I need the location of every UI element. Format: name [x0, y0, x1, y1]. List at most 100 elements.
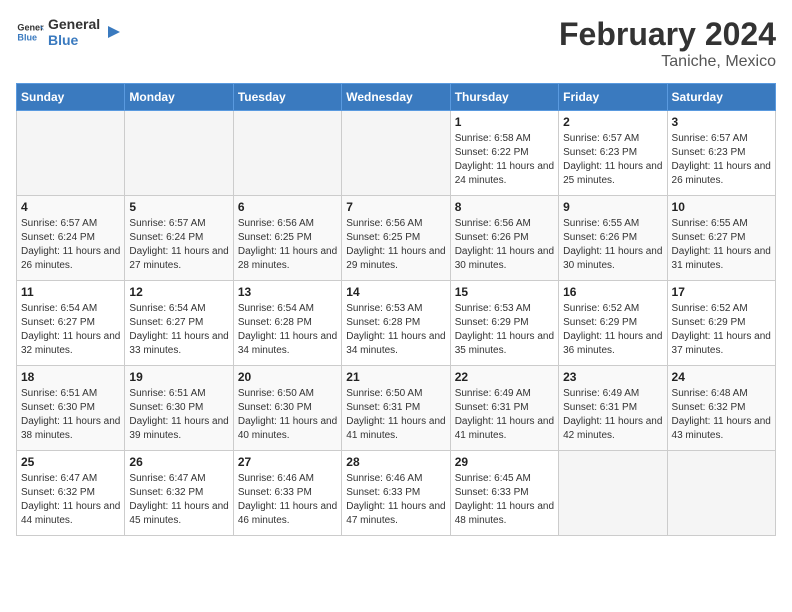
- day-number: 9: [563, 200, 662, 214]
- day-info: Sunrise: 6:53 AM Sunset: 6:28 PM Dayligh…: [346, 302, 445, 358]
- calendar-cell: 8 Sunrise: 6:56 AM Sunset: 6:26 PM Daylig…: [450, 196, 558, 281]
- calendar-cell: 13 Sunrise: 6:54 AM Sunset: 6:28 PM Dayli…: [233, 281, 341, 366]
- day-number: 1: [455, 115, 554, 129]
- calendar-cell: 10 Sunrise: 6:55 AM Sunset: 6:27 PM Dayli…: [667, 196, 775, 281]
- logo: General Blue General Blue: [16, 16, 124, 48]
- logo-arrow-icon: [104, 22, 124, 42]
- calendar-cell: [559, 451, 667, 536]
- day-number: 11: [21, 285, 120, 299]
- day-number: 28: [346, 455, 445, 469]
- calendar-cell: 27Sunrise: 6:46 AM Sunset: 6:33 PM Dayli…: [233, 451, 341, 536]
- day-info: Sunrise: 6:56 AM Sunset: 6:25 PM Dayligh…: [238, 217, 337, 273]
- day-number: 29: [455, 455, 554, 469]
- calendar-cell: 21 Sunrise: 6:50 AM Sunset: 6:31 PM Dayli…: [342, 366, 450, 451]
- day-info: Sunrise: 6:54 AM Sunset: 6:27 PM Dayligh…: [129, 302, 228, 358]
- logo-icon: General Blue: [16, 18, 44, 46]
- calendar-cell: 24 Sunrise: 6:48 AM Sunset: 6:32 PM Dayli…: [667, 366, 775, 451]
- day-info: Sunrise: 6:52 AM Sunset: 6:29 PM Dayligh…: [672, 302, 771, 358]
- week-row-5: 25 Sunrise: 6:47 AM Sunset: 6:32 PM Dayli…: [17, 451, 776, 536]
- calendar-cell: 6 Sunrise: 6:56 AM Sunset: 6:25 PM Daylig…: [233, 196, 341, 281]
- day-info: Sunrise: 6:54 AM Sunset: 6:27 PM Dayligh…: [21, 302, 120, 358]
- day-info: Sunrise: 6:48 AM Sunset: 6:32 PM Dayligh…: [672, 387, 771, 443]
- day-number: 4: [21, 200, 120, 214]
- calendar-cell: 1 Sunrise: 6:58 AM Sunset: 6:22 PM Daylig…: [450, 111, 558, 196]
- calendar-cell: 22 Sunrise: 6:49 AM Sunset: 6:31 PM Dayli…: [450, 366, 558, 451]
- day-number: 18: [21, 370, 120, 384]
- calendar-cell: 9 Sunrise: 6:55 AM Sunset: 6:26 PM Daylig…: [559, 196, 667, 281]
- calendar-cell: 19 Sunrise: 6:51 AM Sunset: 6:30 PM Dayli…: [125, 366, 233, 451]
- calendar-cell: [17, 111, 125, 196]
- day-info: Sunrise: 6:57 AM Sunset: 6:24 PM Dayligh…: [21, 217, 120, 273]
- calendar-cell: 5 Sunrise: 6:57 AM Sunset: 6:24 PM Daylig…: [125, 196, 233, 281]
- day-info: Sunrise: 6:52 AM Sunset: 6:29 PM Dayligh…: [563, 302, 662, 358]
- day-number: 24: [672, 370, 771, 384]
- day-number: 2: [563, 115, 662, 129]
- day-number: 8: [455, 200, 554, 214]
- calendar-cell: 4 Sunrise: 6:57 AM Sunset: 6:24 PM Daylig…: [17, 196, 125, 281]
- week-row-2: 4 Sunrise: 6:57 AM Sunset: 6:24 PM Daylig…: [17, 196, 776, 281]
- calendar-cell: 12 Sunrise: 6:54 AM Sunset: 6:27 PM Dayli…: [125, 281, 233, 366]
- day-info: Sunrise: 6:55 AM Sunset: 6:26 PM Dayligh…: [563, 217, 662, 273]
- day-info: Sunrise: 6:55 AM Sunset: 6:27 PM Dayligh…: [672, 217, 771, 273]
- day-info: Sunrise: 6:47 AM Sunset: 6:32 PM Dayligh…: [21, 472, 120, 528]
- day-number: 10: [672, 200, 771, 214]
- day-info: Sunrise: 6:49 AM Sunset: 6:31 PM Dayligh…: [455, 387, 554, 443]
- day-info: Sunrise: 6:51 AM Sunset: 6:30 PM Dayligh…: [21, 387, 120, 443]
- calendar-header-thursday: Thursday: [450, 84, 558, 111]
- calendar-cell: 14 Sunrise: 6:53 AM Sunset: 6:28 PM Dayli…: [342, 281, 450, 366]
- day-number: 3: [672, 115, 771, 129]
- calendar-cell: 20Sunrise: 6:50 AM Sunset: 6:30 PM Dayli…: [233, 366, 341, 451]
- calendar-header-saturday: Saturday: [667, 84, 775, 111]
- calendar-cell: 26 Sunrise: 6:47 AM Sunset: 6:32 PM Dayli…: [125, 451, 233, 536]
- calendar-title: February 2024: [559, 16, 776, 53]
- calendar-cell: [233, 111, 341, 196]
- page-header: General Blue General Blue February 2024 …: [16, 16, 776, 71]
- calendar-header-row: SundayMondayTuesdayWednesdayThursdayFrid…: [17, 84, 776, 111]
- day-info: Sunrise: 6:45 AM Sunset: 6:33 PM Dayligh…: [455, 472, 554, 528]
- calendar-header-friday: Friday: [559, 84, 667, 111]
- day-number: 17: [672, 285, 771, 299]
- calendar-cell: 23Sunrise: 6:49 AM Sunset: 6:31 PM Dayli…: [559, 366, 667, 451]
- svg-text:Blue: Blue: [17, 32, 37, 42]
- day-info: Sunrise: 6:54 AM Sunset: 6:28 PM Dayligh…: [238, 302, 337, 358]
- day-number: 19: [129, 370, 228, 384]
- day-info: Sunrise: 6:57 AM Sunset: 6:23 PM Dayligh…: [672, 132, 771, 188]
- calendar-subtitle: Taniche, Mexico: [559, 53, 776, 71]
- calendar-cell: 11 Sunrise: 6:54 AM Sunset: 6:27 PM Dayli…: [17, 281, 125, 366]
- calendar-cell: 25 Sunrise: 6:47 AM Sunset: 6:32 PM Dayli…: [17, 451, 125, 536]
- day-number: 26: [129, 455, 228, 469]
- day-number: 20: [238, 370, 337, 384]
- day-number: 25: [21, 455, 120, 469]
- calendar-header-sunday: Sunday: [17, 84, 125, 111]
- day-number: 14: [346, 285, 445, 299]
- day-info: Sunrise: 6:57 AM Sunset: 6:23 PM Dayligh…: [563, 132, 662, 188]
- day-number: 27: [238, 455, 337, 469]
- day-number: 21: [346, 370, 445, 384]
- day-info: Sunrise: 6:46 AM Sunset: 6:33 PM Dayligh…: [346, 472, 445, 528]
- day-info: Sunrise: 6:56 AM Sunset: 6:26 PM Dayligh…: [455, 217, 554, 273]
- day-info: Sunrise: 6:49 AM Sunset: 6:31 PM Dayligh…: [563, 387, 662, 443]
- calendar-cell: 16 Sunrise: 6:52 AM Sunset: 6:29 PM Dayli…: [559, 281, 667, 366]
- day-info: Sunrise: 6:47 AM Sunset: 6:32 PM Dayligh…: [129, 472, 228, 528]
- calendar-cell: 2 Sunrise: 6:57 AM Sunset: 6:23 PM Daylig…: [559, 111, 667, 196]
- logo-general-text: General: [48, 16, 100, 32]
- day-number: 13: [238, 285, 337, 299]
- svg-text:General: General: [17, 23, 44, 33]
- calendar-cell: 28 Sunrise: 6:46 AM Sunset: 6:33 PM Dayli…: [342, 451, 450, 536]
- day-number: 16: [563, 285, 662, 299]
- calendar-cell: 7Sunrise: 6:56 AM Sunset: 6:25 PM Daylig…: [342, 196, 450, 281]
- day-number: 12: [129, 285, 228, 299]
- day-info: Sunrise: 6:58 AM Sunset: 6:22 PM Dayligh…: [455, 132, 554, 188]
- calendar-table: SundayMondayTuesdayWednesdayThursdayFrid…: [16, 83, 776, 536]
- calendar-cell: [667, 451, 775, 536]
- day-info: Sunrise: 6:51 AM Sunset: 6:30 PM Dayligh…: [129, 387, 228, 443]
- day-number: 15: [455, 285, 554, 299]
- calendar-body: 1 Sunrise: 6:58 AM Sunset: 6:22 PM Daylig…: [17, 111, 776, 536]
- calendar-header-tuesday: Tuesday: [233, 84, 341, 111]
- day-number: 22: [455, 370, 554, 384]
- day-number: 5: [129, 200, 228, 214]
- day-info: Sunrise: 6:57 AM Sunset: 6:24 PM Dayligh…: [129, 217, 228, 273]
- day-info: Sunrise: 6:50 AM Sunset: 6:31 PM Dayligh…: [346, 387, 445, 443]
- day-number: 6: [238, 200, 337, 214]
- logo-blue-text: Blue: [48, 32, 100, 48]
